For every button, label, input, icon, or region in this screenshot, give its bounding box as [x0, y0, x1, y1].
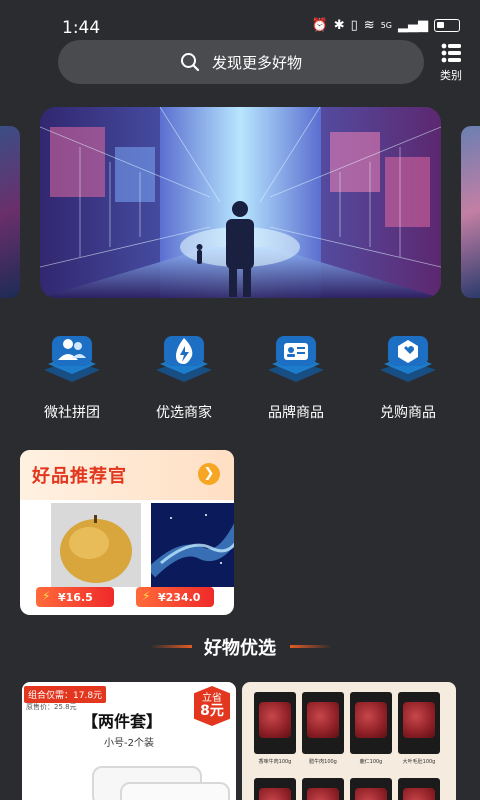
search-bar[interactable]: 发现更多好物 [58, 40, 424, 84]
recommend-card-title: 好品推荐官 [32, 466, 127, 487]
quick-nav-brand-goods[interactable]: 品牌商品 [240, 330, 352, 422]
save-badge: 立省 8元 [194, 686, 230, 726]
product-image-meat [302, 692, 344, 754]
bolt-icon: ⚡ [142, 589, 151, 603]
status-time: 1:44 [62, 18, 101, 38]
product-box-image [120, 782, 230, 800]
battery-icon [434, 19, 460, 32]
banner-next-slide[interactable] [461, 126, 480, 298]
banner-image [40, 107, 441, 298]
combo-price-badge: 组合仅需：17.8元 [24, 686, 107, 703]
quick-nav: 微社拼团 优选商家 品牌商品 兑购商品 [16, 330, 464, 422]
product-image-meat [350, 692, 392, 754]
product-image-meat [302, 778, 344, 800]
id-card-icon [268, 336, 324, 382]
alarm-icon: ⏰ [311, 18, 328, 33]
price-value: ¥16.5 [58, 590, 93, 604]
banner-prev-slide[interactable] [0, 126, 20, 298]
category-button[interactable]: 类别 [436, 42, 466, 83]
product-image-pear[interactable] [51, 503, 141, 587]
wifi-icon: ≋ [363, 18, 375, 33]
quick-nav-group-buy[interactable]: 微社拼团 [16, 330, 128, 422]
goods-card[interactable]: 组合仅需：17.8元 原售价：25.8元 立省 8元 【两件套】 小号-2个装 [22, 682, 236, 800]
goods-card[interactable]: 香味牛肉100g 腊牛肉100g 鹿仁100g 大叶毛肚100g [242, 682, 456, 800]
bolt-icon: ⚡ [42, 589, 51, 603]
wrench-icon [380, 336, 436, 382]
search-icon [180, 53, 200, 72]
product-image-meat [254, 692, 296, 754]
product-image-meat [398, 692, 440, 754]
product-image-meat [398, 778, 440, 800]
original-price: 原售价：25.8元 [26, 703, 77, 711]
status-bar: 1:44 ⏰ ✱ ▯ ≋ 5G ▂▄▆ [0, 0, 480, 40]
product-image-meat [254, 778, 296, 800]
network-label: 5G [380, 21, 392, 30]
vibrate-icon: ▯ [350, 18, 358, 33]
product-label: 鹿仁100g [359, 759, 383, 765]
signal-icon: ▂▄▆ [398, 18, 428, 33]
search-placeholder: 发现更多好物 [211, 53, 302, 72]
category-label: 类别 [440, 69, 462, 82]
product-image-meat [350, 778, 392, 800]
quick-nav-label: 品牌商品 [268, 405, 324, 421]
product-label: 大叶毛肚100g [402, 759, 436, 765]
list-icon [441, 43, 461, 63]
price-value: ¥234.0 [158, 590, 201, 604]
goods-title: 【两件套】 [82, 712, 163, 731]
goods-subtitle: 小号-2个装 [104, 738, 154, 749]
quick-nav-redeem-goods[interactable]: 兑购商品 [352, 330, 464, 422]
section-title: 好物优选 [204, 638, 276, 659]
group-icon [44, 336, 100, 382]
bluetooth-icon: ✱ [333, 18, 345, 33]
quick-nav-label: 微社拼团 [44, 405, 100, 421]
banner-slide[interactable] [40, 107, 441, 298]
save-amount: 8元 [200, 703, 224, 719]
status-icons: ⏰ ✱ ▯ ≋ 5G ▂▄▆ [312, 18, 460, 33]
product-label: 香味牛肉100g [258, 759, 292, 765]
price-tag: ⚡ ¥16.5 [36, 587, 114, 607]
price-tag: ⚡ ¥234.0 [136, 587, 214, 607]
flame-icon [156, 336, 212, 382]
divider-right [290, 645, 332, 648]
product-image-galaxy[interactable] [151, 503, 234, 587]
product-label: 腊牛肉100g [309, 759, 337, 765]
quick-nav-label: 优选商家 [156, 405, 212, 421]
quick-nav-label: 兑购商品 [380, 405, 436, 421]
quick-nav-preferred-merchant[interactable]: 优选商家 [128, 330, 240, 422]
arrow-right-icon[interactable]: ❯ [198, 463, 220, 485]
